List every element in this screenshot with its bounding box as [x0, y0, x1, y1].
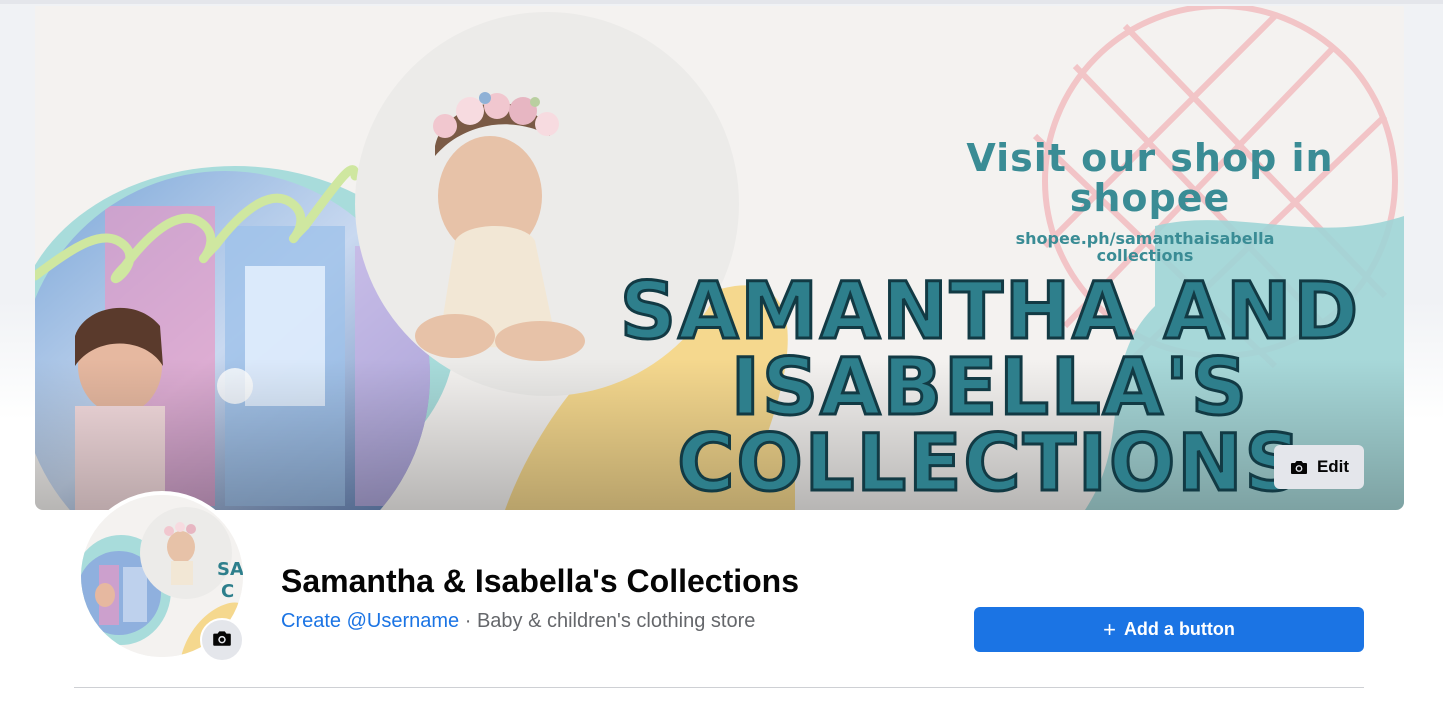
create-username-link[interactable]: Create @Username — [281, 610, 459, 632]
svg-text:SAI: SAI — [217, 559, 243, 580]
update-profile-picture-button[interactable] — [200, 618, 244, 662]
page-category[interactable]: Baby & children's clothing store — [477, 610, 755, 632]
cover-title: SAMANTHA AND ISABELLA'S COLLECTIONS — [590, 267, 1390, 509]
camera-icon — [1289, 457, 1309, 477]
profile-divider — [74, 687, 1364, 688]
add-a-button[interactable]: + Add a button — [974, 607, 1364, 652]
cover-title-line-2: ISABELLA'S — [729, 343, 1250, 433]
edit-cover-button[interactable]: Edit — [1274, 445, 1364, 489]
subtitle-separator: · — [459, 610, 477, 632]
cover-shop-url-line-2: collections — [1096, 246, 1194, 265]
cover-title-line-1: SAMANTHA AND — [618, 267, 1361, 357]
plus-icon: + — [1103, 616, 1116, 642]
cover-shop-url: shopee.ph/samanthaisabella collections — [985, 230, 1305, 264]
edit-cover-label: Edit — [1316, 457, 1350, 476]
svg-text:C: C — [221, 581, 234, 602]
cover-title-line-3: COLLECTIONS — [676, 419, 1303, 509]
add-a-button-label: Add a button — [1123, 619, 1235, 639]
page-subtitle: Create @Username · Baby & children's clo… — [281, 610, 755, 633]
camera-icon — [211, 627, 233, 654]
page-title[interactable]: Samantha & Isabella's Collections — [281, 563, 799, 600]
top-strip — [0, 0, 1443, 4]
cover-shop-url-line-1: shopee.ph/samanthaisabella — [1015, 229, 1275, 248]
cover-visit-text: Visit our shop in shopee — [966, 136, 1334, 220]
cover-photo[interactable]: Visit our shop in shopee shopee.ph/saman… — [35, 6, 1404, 510]
